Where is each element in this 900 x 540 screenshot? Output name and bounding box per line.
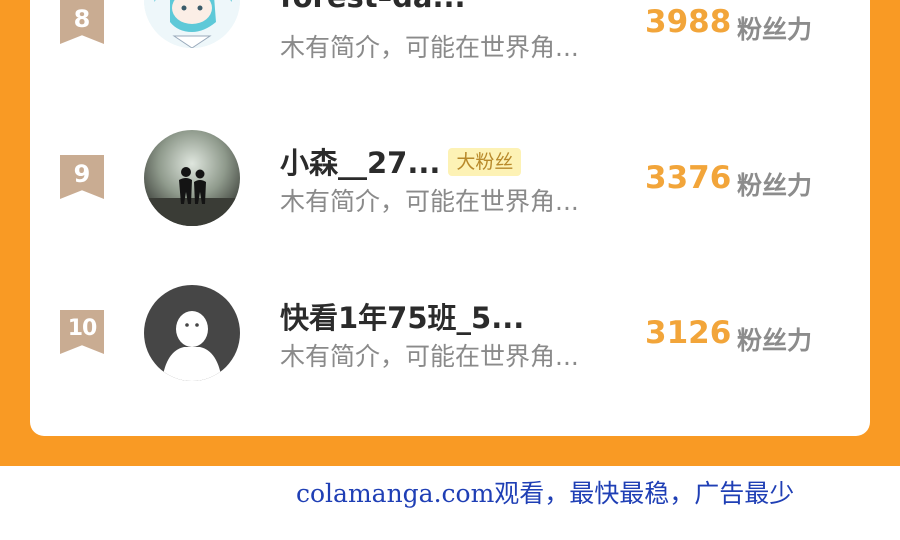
fans-count: 3988 [645, 4, 732, 40]
list-item[interactable]: 9 小森__27... 大粉丝 木有简介，可能在世界角... 3376 粉丝力 [30, 130, 870, 230]
user-intro: 木有简介，可能在世界角... [280, 187, 579, 216]
anime-boy-avatar-icon [144, 0, 240, 48]
user-name[interactable]: 快看1年75班_5... [280, 295, 524, 337]
ranking-card: 8 forest–da... 木有简介，可能在世界角... 3988 粉丝力 9 [30, 0, 870, 436]
user-name-text: 小森__27... [280, 146, 441, 180]
orange-frame: 8 forest–da... 木有简介，可能在世界角... 3988 粉丝力 9 [0, 0, 900, 466]
user-intro: 木有简介，可能在世界角... [280, 33, 579, 62]
watermark-text: colamanga.com观看，最快最稳，广告最少 [296, 479, 795, 508]
fans-label: 粉丝力 [737, 15, 813, 44]
avatar[interactable] [144, 285, 240, 381]
list-item[interactable]: 10 快看1年75班_5... 木有简介，可能在世界角... 3126 粉丝力 [30, 285, 870, 385]
couple-silhouette-avatar-icon [144, 130, 240, 226]
user-name[interactable]: 小森__27... 大粉丝 [280, 140, 522, 182]
fan-badge: 大粉丝 [448, 148, 522, 176]
rank-flag: 9 [60, 155, 104, 199]
avatar[interactable] [144, 130, 240, 226]
fans-label: 粉丝力 [737, 171, 813, 200]
default-user-avatar-icon [144, 285, 240, 381]
rank-flag: 10 [60, 310, 104, 354]
user-name[interactable]: forest–da... [280, 0, 466, 14]
list-item[interactable]: 8 forest–da... 木有简介，可能在世界角... 3988 粉丝力 [30, 0, 870, 80]
rank-flag: 8 [60, 0, 104, 44]
fans-label: 粉丝力 [737, 326, 813, 355]
fans-count: 3376 [645, 160, 732, 196]
fans-count: 3126 [645, 315, 732, 351]
avatar[interactable] [144, 0, 240, 48]
user-intro: 木有简介，可能在世界角... [280, 342, 579, 371]
